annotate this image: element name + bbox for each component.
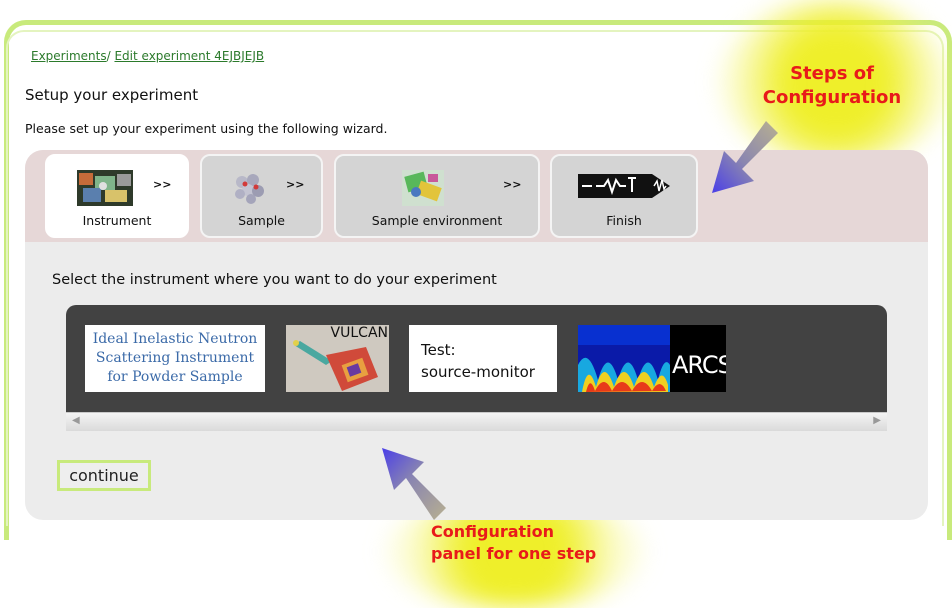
step-label-instrument: Instrument	[82, 213, 152, 228]
panel-pointer-arrow-icon	[382, 448, 446, 520]
instrument-card-line: Scattering Instrument	[95, 350, 255, 366]
step-arrow: >>	[503, 178, 522, 191]
instrument-card-name: ARCS	[672, 351, 726, 379]
breadcrumb-separator: /	[106, 49, 111, 63]
step-arrow: >>	[286, 178, 305, 191]
step-arrow: >>	[153, 178, 172, 191]
instrument-card-line: for Powder Sample	[107, 369, 243, 385]
instrument-card-ideal-inelastic[interactable]: Ideal Inelastic Neutron Scattering Instr…	[85, 325, 265, 392]
sample-molecule-icon	[235, 174, 264, 204]
scroll-right-icon[interactable]: ▶	[873, 415, 881, 426]
steps-annotation-line: Steps of	[790, 63, 874, 84]
step-label-finish: Finish	[606, 213, 642, 228]
sample-environment-icon	[402, 170, 444, 206]
instrument-card-name: VULCAN	[330, 325, 388, 341]
step-tab-sample[interactable]: >> Sample	[200, 154, 323, 238]
scroll-left-icon[interactable]: ◀	[72, 415, 80, 426]
panel-prompt: Select the instrument where you want to …	[52, 272, 497, 288]
panel-annotation-line: Configuration	[431, 522, 555, 541]
instrument-card-line: source-monitor	[421, 363, 535, 381]
breadcrumb: Experiments/ Edit experiment 4EJBJEJB	[31, 49, 264, 63]
finish-logo-icon	[578, 174, 670, 198]
steps-pointer-arrow-icon	[712, 121, 778, 193]
wizard-step-bar: >> Instrument >> Sample >> Sample enviro…	[25, 150, 928, 242]
breadcrumb-experiments-link[interactable]: Experiments	[31, 49, 107, 63]
arcs-spectrum-icon	[578, 325, 670, 392]
step-label-sample-environment: Sample environment	[371, 213, 503, 228]
panel-annotation-line: panel for one step	[431, 544, 597, 563]
steps-annotation: Steps of Configuration	[752, 62, 912, 110]
step-tab-finish[interactable]: Finish	[550, 154, 698, 238]
steps-annotation-line: Configuration	[762, 87, 902, 108]
instrument-card-arcs[interactable]: ARCS	[578, 325, 726, 392]
instrument-card-line: Ideal Inelastic Neutron	[92, 331, 258, 347]
step-tab-sample-environment[interactable]: >> Sample environment	[334, 154, 540, 238]
instrument-card-line: Test:	[421, 341, 456, 359]
instrument-card-source-monitor[interactable]: Test: source-monitor	[409, 325, 557, 392]
instrument-thumbnail-icon	[77, 170, 133, 206]
instrument-card-vulcan[interactable]: VULCAN	[286, 325, 389, 392]
carousel-scrollbar[interactable]: ◀ ▶	[66, 412, 887, 431]
page-title: Setup your experiment	[25, 86, 199, 104]
screenshot-stage: Experiments/ Edit experiment 4EJBJEJB Se…	[0, 0, 952, 608]
wizard: >> Instrument >> Sample >> Sample enviro…	[25, 150, 928, 520]
continue-button[interactable]: continue	[57, 460, 151, 491]
breadcrumb-edit-experiment-link[interactable]: Edit experiment 4EJBJEJB	[114, 49, 264, 63]
step-tab-instrument[interactable]: >> Instrument	[45, 154, 189, 238]
page-intro: Please set up your experiment using the …	[25, 121, 388, 136]
panel-annotation: Configuration panel for one step	[431, 521, 596, 565]
step-label-sample: Sample	[238, 213, 285, 228]
